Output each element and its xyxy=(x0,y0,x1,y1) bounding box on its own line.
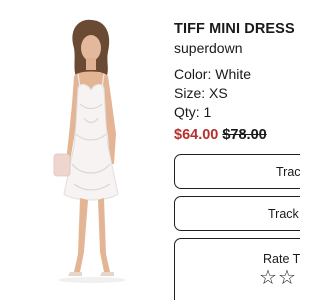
track-package-label: Trac xyxy=(276,165,300,179)
product-color: Color: White xyxy=(174,66,252,82)
star-2-icon[interactable]: ☆ xyxy=(278,267,297,289)
dress-photo-icon xyxy=(53,19,126,283)
price-row: $64.00 $78.00 xyxy=(174,126,300,144)
rate-item-label: Rate T xyxy=(263,252,300,266)
product-brand[interactable]: superdown xyxy=(174,39,300,57)
sale-price: $64.00 xyxy=(174,127,219,143)
track-return-label: Track xyxy=(268,207,299,221)
track-package-button[interactable]: Trac xyxy=(174,154,300,189)
star-rating: ☆☆ xyxy=(259,267,297,289)
order-item-card: TIFF MINI DRESS superdown Color: White S… xyxy=(0,0,300,300)
star-1-icon[interactable]: ☆ xyxy=(259,267,278,289)
track-return-button[interactable]: Track xyxy=(174,196,300,231)
product-qty: Qty: 1 xyxy=(174,104,212,120)
product-name[interactable]: TIFF MINI DRESS xyxy=(174,20,300,38)
product-size: Size: XS xyxy=(174,85,228,101)
rate-item-card: Rate T ☆☆ xyxy=(174,238,300,300)
original-price: $78.00 xyxy=(222,127,267,143)
product-image[interactable] xyxy=(14,14,166,290)
product-details: TIFF MINI DRESS superdown Color: White S… xyxy=(174,20,300,144)
